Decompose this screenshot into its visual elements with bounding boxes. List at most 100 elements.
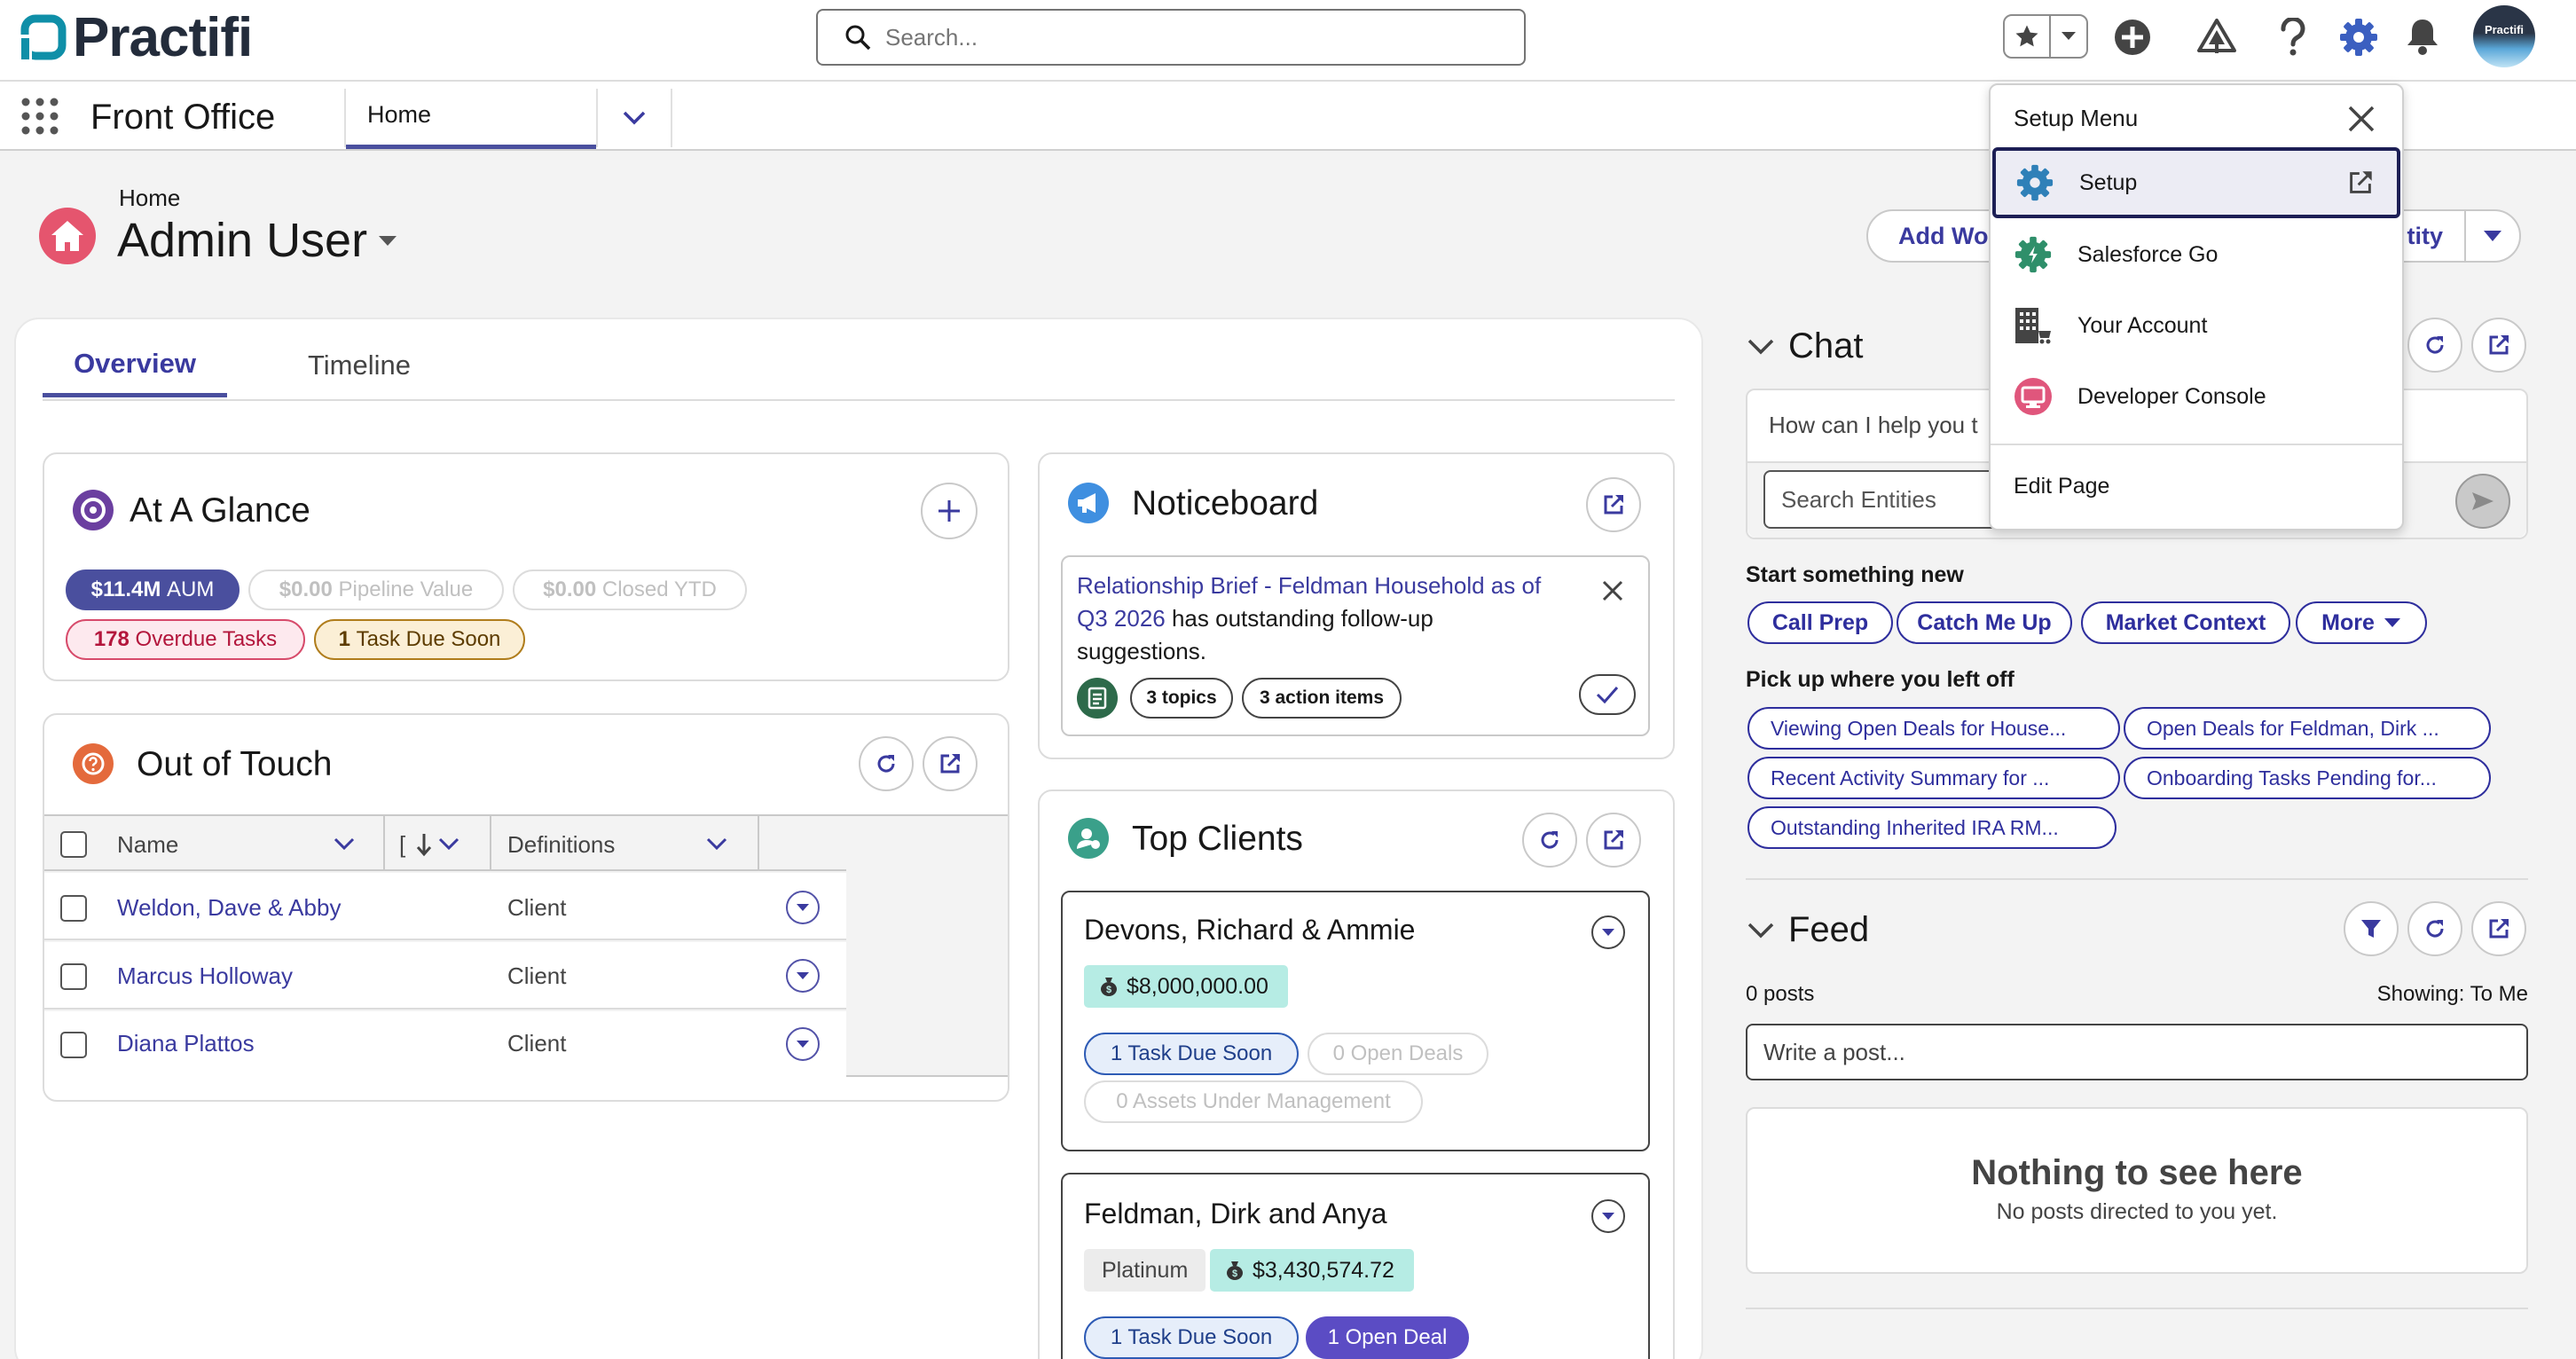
- external-link-icon: [2350, 171, 2372, 193]
- assets-pill[interactable]: 0 Assets Under Management: [1084, 1080, 1423, 1123]
- row-name-link[interactable]: Marcus Holloway: [117, 962, 293, 990]
- chevron-down-icon[interactable]: [706, 837, 727, 850]
- client-actions-button[interactable]: [1591, 1199, 1625, 1233]
- column-header-date[interactable]: [: [399, 831, 405, 859]
- refresh-chat-button[interactable]: [2407, 318, 2462, 373]
- tabs-divider: [43, 399, 1675, 401]
- global-add-icon[interactable]: [2114, 19, 2151, 56]
- setup-menu-title: Setup Menu: [2014, 105, 2139, 131]
- write-post-input[interactable]: Write a post...: [1746, 1024, 2528, 1080]
- help-icon[interactable]: [2280, 18, 2306, 57]
- task-due-soon-pill[interactable]: 1 Task Due Soon: [314, 619, 525, 660]
- column-header-name[interactable]: Name: [117, 831, 178, 859]
- refresh-feed-button[interactable]: [2407, 901, 2462, 956]
- open-chat-button[interactable]: [2471, 318, 2526, 373]
- caret-down-icon[interactable]: [378, 235, 397, 247]
- add-glance-button[interactable]: [921, 483, 978, 539]
- chat-prompt[interactable]: How can I help you t: [1769, 412, 1978, 439]
- topics-pill[interactable]: 3 topics: [1130, 678, 1233, 719]
- recent-chat-chip[interactable]: Open Deals for Feldman, Dirk ...: [2124, 707, 2491, 750]
- recent-chat-chip[interactable]: Onboarding Tasks Pending for...: [2124, 757, 2491, 799]
- global-search[interactable]: [816, 9, 1526, 66]
- client-name[interactable]: Devons, Richard & Ammie: [1084, 914, 1415, 947]
- notifications-bell-icon[interactable]: [2404, 16, 2441, 57]
- column-header-definitions[interactable]: Definitions: [507, 831, 615, 859]
- row-checkbox[interactable]: [60, 1032, 87, 1058]
- more-label: More: [2321, 609, 2375, 635]
- recent-chat-chip[interactable]: Viewing Open Deals for House...: [1747, 707, 2120, 750]
- feed-collapse-icon[interactable]: [1747, 923, 1774, 939]
- row-name-link[interactable]: Diana Plattos: [117, 1030, 255, 1057]
- open-feed-button[interactable]: [2471, 901, 2526, 956]
- feed-showing[interactable]: Showing: To Me: [2377, 982, 2528, 1007]
- row-actions-button[interactable]: [786, 891, 820, 924]
- setup-menu: Setup Menu Setup Salesforce Go Your Acco…: [1989, 83, 2404, 530]
- favorites-star-button[interactable]: [2005, 16, 2051, 57]
- open-top-clients-button[interactable]: [1586, 813, 1641, 868]
- sort-arrow-icon[interactable]: [415, 832, 433, 857]
- recent-chat-chip[interactable]: Outstanding Inherited IRA RM...: [1747, 806, 2117, 849]
- chevron-down-icon[interactable]: [438, 837, 459, 850]
- recent-chat-chip[interactable]: Recent Activity Summary for ...: [1747, 757, 2120, 799]
- closed-ytd-pill[interactable]: $0.00 Closed YTD: [513, 570, 747, 610]
- refresh-out-of-touch-button[interactable]: [859, 736, 914, 791]
- app-launcher-icon[interactable]: [21, 98, 59, 135]
- setup-menu-item-your-account[interactable]: Your Account: [1991, 291, 2402, 360]
- open-noticeboard-button[interactable]: [1586, 477, 1641, 532]
- more-chip[interactable]: More: [2296, 601, 2427, 644]
- row-actions-button[interactable]: [786, 959, 820, 993]
- row-checkbox[interactable]: [60, 895, 87, 922]
- practifi-logo[interactable]: Practifi: [20, 7, 253, 68]
- at-a-glance-title: At A Glance: [130, 491, 310, 530]
- header-actions-menu-button[interactable]: [2464, 209, 2521, 263]
- catch-me-up-chip[interactable]: Catch Me Up: [1897, 601, 2072, 644]
- tab-timeline[interactable]: Timeline: [266, 334, 452, 397]
- tasks-due-pill[interactable]: 1 Task Due Soon: [1084, 1316, 1299, 1359]
- refresh-top-clients-button[interactable]: [1522, 813, 1577, 868]
- dismiss-notice-icon[interactable]: [1602, 580, 1623, 601]
- posts-count: 0 posts: [1746, 982, 1815, 1006]
- client-name[interactable]: Feldman, Dirk and Anya: [1084, 1198, 1387, 1230]
- row-checkbox[interactable]: [60, 963, 87, 990]
- action-items-pill[interactable]: 3 action items: [1242, 678, 1402, 719]
- open-deals-pill[interactable]: 1 Open Deal: [1306, 1316, 1469, 1359]
- edit-page-menu-item[interactable]: Edit Page: [1991, 456, 2402, 516]
- tasks-due-pill[interactable]: 1 Task Due Soon: [1084, 1033, 1299, 1075]
- page-title: Admin User: [117, 214, 368, 267]
- nav-overflow-button[interactable]: [598, 89, 671, 147]
- tab-home[interactable]: Home: [346, 85, 596, 149]
- pipeline-value-pill[interactable]: $0.00 Pipeline Value: [248, 570, 504, 610]
- chevron-down-icon[interactable]: [334, 837, 355, 850]
- row-actions-button[interactable]: [786, 1027, 820, 1061]
- setup-menu-item-developer-console[interactable]: Developer Console: [1991, 362, 2402, 431]
- setup-menu-item-salesforce-go[interactable]: Salesforce Go: [1991, 220, 2402, 289]
- tab-overview[interactable]: Overview: [43, 334, 227, 397]
- chevron-down-icon: [2062, 32, 2076, 40]
- setup-gear-icon[interactable]: [2338, 17, 2379, 58]
- row-name-link[interactable]: Weldon, Dave & Abby: [117, 894, 341, 922]
- sidebar-divider: [1746, 878, 2528, 880]
- trailhead-icon[interactable]: [2196, 18, 2237, 55]
- select-all-checkbox[interactable]: [60, 831, 87, 858]
- user-avatar[interactable]: Practifi: [2473, 5, 2535, 67]
- overdue-tasks-pill[interactable]: 178 Overdue Tasks: [66, 619, 305, 660]
- favorites-menu-button[interactable]: [2051, 16, 2086, 57]
- plus-icon: [939, 500, 960, 522]
- send-message-button[interactable]: [2455, 474, 2510, 529]
- chat-collapse-icon[interactable]: [1747, 339, 1774, 355]
- call-prep-chip[interactable]: Call Prep: [1747, 601, 1893, 644]
- market-context-chip[interactable]: Market Context: [2081, 601, 2290, 644]
- open-out-of-touch-button[interactable]: [923, 736, 978, 791]
- money-bag-icon: $: [1227, 1261, 1243, 1280]
- tab-home-label: Home: [367, 101, 432, 128]
- acknowledge-notice-button[interactable]: [1579, 674, 1636, 715]
- aum-pill[interactable]: $11.4M AUM: [66, 570, 240, 610]
- setup-menu-item-setup[interactable]: Setup: [1992, 147, 2400, 218]
- add-work-button[interactable]: Add Wor: [1866, 209, 2008, 263]
- client-actions-button[interactable]: [1591, 915, 1625, 949]
- open-deals-pill[interactable]: 0 Open Deals: [1308, 1033, 1488, 1075]
- filter-feed-button[interactable]: [2344, 901, 2399, 956]
- close-icon[interactable]: [2347, 105, 2376, 133]
- star-icon: [2015, 25, 2038, 47]
- search-input[interactable]: [885, 23, 1506, 51]
